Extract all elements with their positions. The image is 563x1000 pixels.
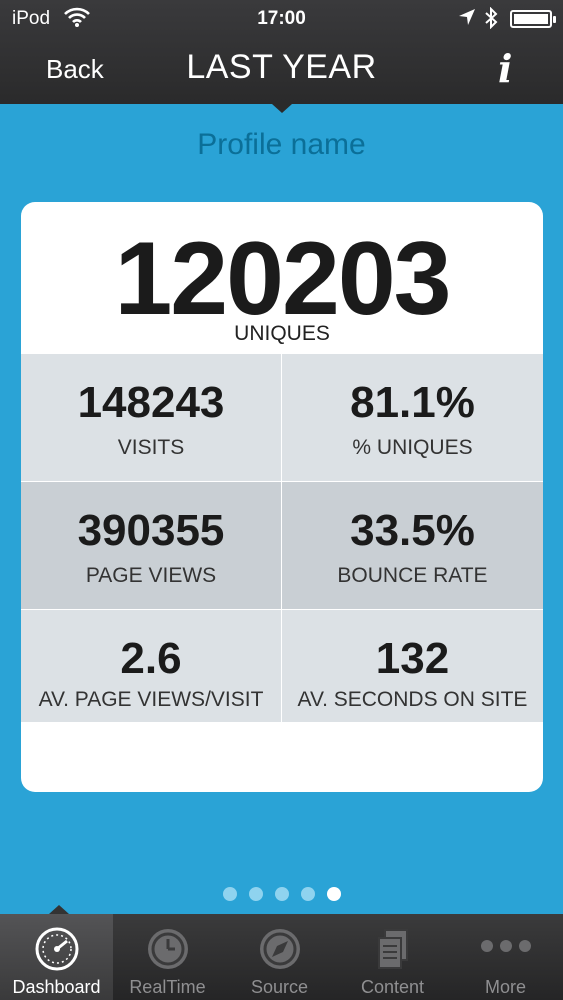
metric-value: 33.5% <box>350 506 475 555</box>
tab-label: Dashboard <box>12 977 101 997</box>
clock-icon <box>111 926 224 972</box>
uniques-label: UNIQUES <box>234 322 330 345</box>
metric-avg-page-views: 2.6 AV. PAGE VIEWS/VISIT <box>21 610 282 722</box>
status-bar: iPod 17:00 <box>0 0 563 38</box>
metric-value: 148243 <box>77 378 225 427</box>
documents-icon <box>336 926 449 972</box>
metric-label: PAGE VIEWS <box>85 564 217 587</box>
tab-more[interactable]: More <box>449 914 562 1000</box>
page-dot[interactable] <box>300 887 315 901</box>
metric-label: % UNIQUES <box>352 436 473 459</box>
tab-label: Content <box>360 977 425 997</box>
metric-label: VISITS <box>117 436 185 459</box>
location-arrow-icon <box>458 8 476 32</box>
tab-pointer <box>49 905 69 914</box>
status-time: 17:00 <box>257 8 306 29</box>
header-bar: iPod 17:00 Back LAST YEAR i <box>0 0 563 104</box>
page-dot[interactable] <box>274 887 289 901</box>
compass-icon <box>223 926 336 972</box>
tab-content[interactable]: Content <box>336 914 449 1000</box>
profile-name: Profile name <box>197 128 366 161</box>
metric-value: 81.1% <box>350 378 475 427</box>
metric-value: 390355 <box>77 506 225 555</box>
tab-source[interactable]: Source <box>223 914 336 1000</box>
metric-value: 132 <box>375 634 450 683</box>
metric-visits: 148243 VISITS <box>21 354 282 481</box>
page-dot-active[interactable] <box>326 887 341 901</box>
page-dot[interactable] <box>222 887 237 901</box>
page-indicator[interactable] <box>0 887 563 901</box>
metric-avg-seconds: 132 AV. SECONDS ON SITE <box>282 610 543 722</box>
navigation-bar: Back LAST YEAR i <box>0 38 563 104</box>
metric-page-views: 390355 PAGE VIEWS <box>21 482 282 609</box>
metrics-row: 148243 VISITS 81.1% % UNIQUES <box>21 353 543 481</box>
tab-bar: Dashboard RealTime Source Content More <box>0 914 563 1000</box>
metrics-row: 390355 PAGE VIEWS 33.5% BOUNCE RATE <box>21 481 543 609</box>
tab-realtime[interactable]: RealTime <box>111 914 224 1000</box>
battery-icon <box>510 10 556 28</box>
tab-label: More <box>484 977 526 997</box>
speedometer-icon <box>0 926 113 972</box>
metric-bounce-rate: 33.5% BOUNCE RATE <box>282 482 543 609</box>
metric-label: AV. SECONDS ON SITE <box>297 688 528 711</box>
metric-label: BOUNCE RATE <box>337 564 488 587</box>
metric-value: 2.6 <box>120 634 182 683</box>
tab-label: Source <box>250 977 309 997</box>
tab-dashboard[interactable]: Dashboard <box>0 914 113 1000</box>
bluetooth-icon <box>484 6 498 35</box>
tab-label: RealTime <box>129 977 206 997</box>
info-button[interactable]: i <box>498 46 512 91</box>
metric-percent-uniques: 81.1% % UNIQUES <box>282 354 543 481</box>
metrics-row: 2.6 AV. PAGE VIEWS/VISIT 132 AV. SECONDS… <box>21 609 543 722</box>
metric-label: AV. PAGE VIEWS/VISIT <box>38 688 264 711</box>
nav-pointer <box>272 104 292 113</box>
stats-card: 120203 UNIQUES 148243 VISITS 81.1% % UNI… <box>21 202 543 792</box>
page-title: LAST YEAR <box>186 48 377 86</box>
more-dots-icon <box>449 926 562 972</box>
page-dot[interactable] <box>248 887 263 901</box>
